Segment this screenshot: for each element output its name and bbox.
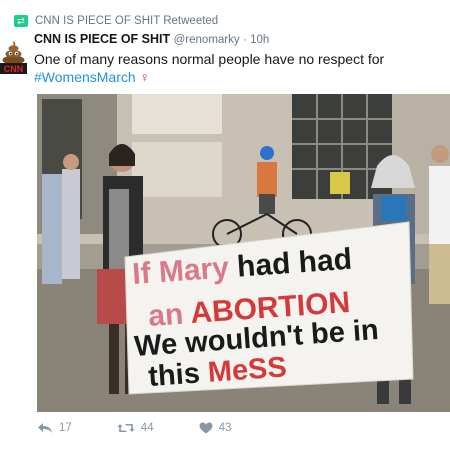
reply-icon (38, 423, 52, 433)
author-name[interactable]: CNN IS PIECE OF SHIT (34, 32, 170, 46)
retweet-count: 44 (140, 422, 154, 434)
banner-word: MeSS (199, 351, 288, 389)
retweet-action-icon (117, 424, 135, 432)
retweet-context[interactable]: ⇄ CNN IS PIECE OF SHIT Retweeted (14, 13, 218, 29)
tweet-time[interactable]: 10h (250, 34, 269, 46)
like-action[interactable]: 43 (199, 422, 232, 434)
tweet-card: ⇄ CNN IS PIECE OF SHIT Retweeted CNN CNN… (0, 0, 450, 450)
heart-icon (199, 422, 213, 434)
female-sign-icon: ♀ (139, 69, 151, 85)
hashtag-link[interactable]: #WomensMarch (34, 69, 136, 85)
banner-word: If Mary (131, 251, 230, 291)
avatar[interactable]: CNN (0, 36, 27, 76)
retweet-context-text: CNN IS PIECE OF SHIT Retweeted (35, 15, 219, 27)
tweet-text: One of many reasons normal people have n… (34, 50, 439, 86)
reply-count: 17 (59, 422, 72, 434)
author-handle[interactable]: @renomarky (174, 34, 240, 46)
poop-emoji-icon (2, 41, 25, 65)
tweet-photo[interactable]: If Mary had hadan ABORTIONWe wouldn't be… (37, 94, 450, 412)
retweet-action[interactable]: 44 (117, 422, 154, 434)
like-count: 43 (218, 422, 232, 434)
tweet-actions: 17 44 43 (37, 422, 276, 434)
banner-word: this (147, 357, 201, 393)
retweet-icon: ⇄ (14, 15, 28, 27)
avatar-label: CNN (4, 64, 24, 74)
reply-action[interactable]: 17 (37, 422, 72, 434)
tweet-body: One of many reasons normal people have n… (34, 51, 385, 67)
tweet-header: CNN IS PIECE OF SHIT @renomarky · 10h (34, 32, 269, 46)
